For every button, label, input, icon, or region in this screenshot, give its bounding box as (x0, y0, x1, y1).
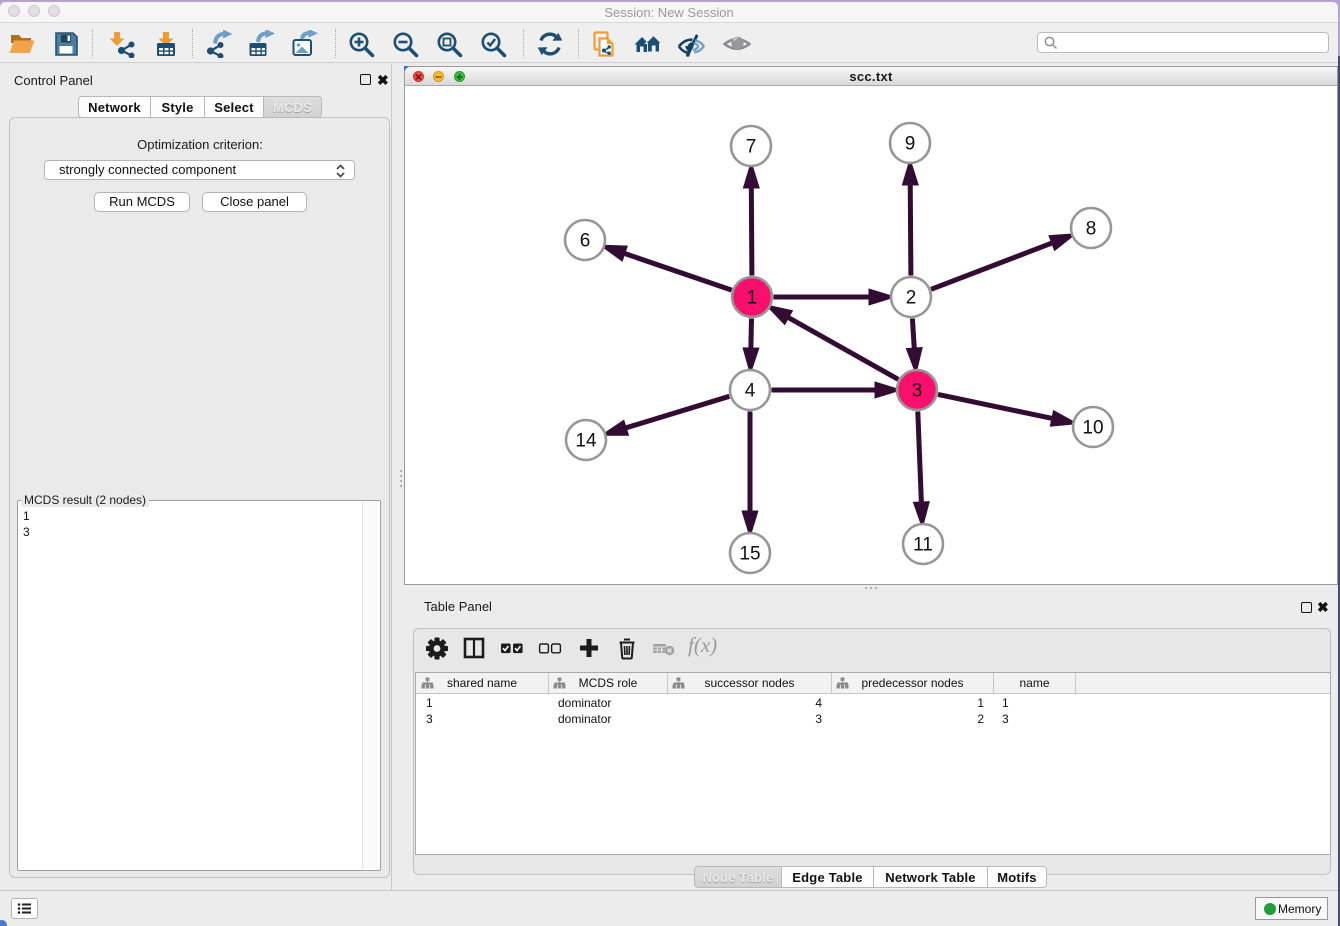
svg-text:4: 4 (745, 381, 756, 402)
svg-text:3: 3 (912, 381, 923, 402)
svg-text:15: 15 (739, 544, 760, 565)
svg-text:14: 14 (575, 431, 597, 452)
svg-text:9: 9 (905, 134, 916, 155)
svg-text:2: 2 (906, 288, 917, 309)
svg-text:8: 8 (1086, 219, 1097, 240)
svg-text:7: 7 (746, 137, 757, 158)
svg-text:11: 11 (913, 535, 933, 556)
svg-text:1: 1 (747, 288, 758, 309)
svg-text:6: 6 (580, 231, 591, 252)
svg-text:10: 10 (1082, 418, 1103, 439)
